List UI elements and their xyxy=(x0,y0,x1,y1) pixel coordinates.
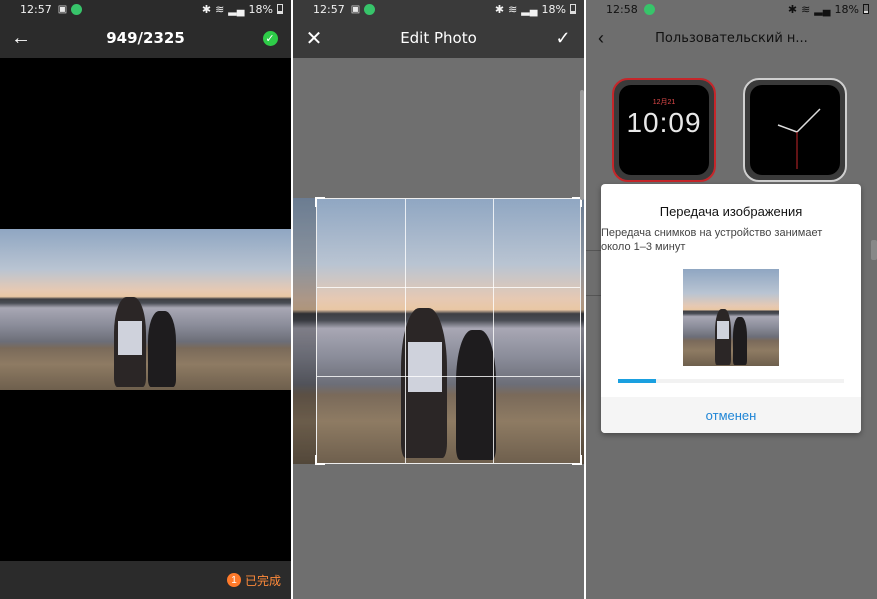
watch-time: 10:09 xyxy=(626,107,702,138)
bottom-bar: 1 已完成 xyxy=(0,561,291,599)
gallery-icon: ▣ xyxy=(350,3,361,15)
progress-fill xyxy=(618,379,657,383)
gallery-icon: ▣ xyxy=(57,3,68,15)
battery-percent: 18% xyxy=(248,2,273,16)
photo-counter: 949/2325 xyxy=(106,29,185,47)
bluetooth-icon: ✱ xyxy=(787,3,798,16)
cancel-button[interactable]: отменен xyxy=(601,397,861,433)
bluetooth-icon: ✱ xyxy=(494,3,505,16)
app-notification-icon xyxy=(71,3,83,15)
battery-icon xyxy=(277,4,283,14)
accept-button[interactable]: ✓ xyxy=(552,27,574,49)
side-toggle-edge xyxy=(871,240,877,260)
done-count-badge: 1 xyxy=(226,573,241,587)
status-bar: 12:57 ▣ ✱ ≋ ▂▄ 18% xyxy=(0,0,291,18)
watch-date: 12月21 xyxy=(652,99,676,106)
page-title: Пользовательский н... xyxy=(655,30,808,46)
back-button[interactable]: ‹ xyxy=(590,27,612,49)
dialog-message: Передача снимков на устройство занимает … xyxy=(601,227,823,253)
status-time: 12:57 xyxy=(20,2,52,16)
status-time: 12:58 xyxy=(606,2,638,16)
arrow-left-icon: ← xyxy=(11,26,31,49)
photo-preview xyxy=(0,229,291,390)
status-bar: 12:58 ✱ ≋ ▂▄ 18% xyxy=(586,0,877,18)
battery-icon xyxy=(570,4,576,14)
chevron-left-icon: ‹ xyxy=(598,27,604,48)
crop-handle-bottom-right[interactable] xyxy=(572,455,582,465)
app-notification-icon xyxy=(364,3,376,15)
top-bar: ✕ Edit Photo ✓ xyxy=(293,18,584,58)
check-circle-icon: ✓ xyxy=(262,30,278,46)
signal-icon: ▂▄ xyxy=(521,3,538,16)
battery-percent: 18% xyxy=(541,2,566,16)
app-notification-icon xyxy=(643,3,655,15)
battery-icon xyxy=(863,4,869,14)
page-title: Edit Photo xyxy=(400,29,477,47)
close-button[interactable]: ✕ xyxy=(303,27,325,50)
signal-icon: ▂▄ xyxy=(228,3,245,16)
analog-clock-hands-icon xyxy=(777,108,821,169)
status-bar: 12:57 ▣ ✱ ≋ ▂▄ 18% xyxy=(293,0,584,18)
confirm-button[interactable]: ✓ xyxy=(259,27,281,49)
wifi-icon: ≋ xyxy=(508,3,518,16)
watch-face-panel: 12:58 ✱ ≋ ▂▄ 18% ‹ Пользовательский н...… xyxy=(586,0,877,599)
crop-frame[interactable] xyxy=(315,197,582,465)
transfer-dialog: Передача изображения Передача снимков на… xyxy=(601,184,861,433)
signal-icon: ▂▄ xyxy=(814,3,831,16)
dialog-title: Передача изображения xyxy=(659,204,803,219)
crop-handle-bottom-left[interactable] xyxy=(315,455,325,465)
checkmark-icon: ✓ xyxy=(555,27,571,48)
watch-face-analog[interactable] xyxy=(743,78,847,182)
transfer-image-preview xyxy=(683,269,779,366)
bluetooth-icon: ✱ xyxy=(201,3,212,16)
top-bar: ← 949/2325 ✓ xyxy=(0,18,291,58)
top-bar: ‹ Пользовательский н... xyxy=(586,18,877,58)
close-icon: ✕ xyxy=(305,27,323,50)
battery-percent: 18% xyxy=(834,2,859,16)
wifi-icon: ≋ xyxy=(215,3,225,16)
done-button[interactable]: 已完成 xyxy=(245,572,281,589)
crop-handle-top-left[interactable] xyxy=(315,197,325,207)
wifi-icon: ≋ xyxy=(801,3,811,16)
photo-viewer-panel: 12:57 ▣ ✱ ≋ ▂▄ 18% ← 949/2325 ✓ 1 已完成 xyxy=(0,0,291,599)
transfer-progress-bar xyxy=(618,379,844,383)
back-button[interactable]: ← xyxy=(10,27,32,49)
watch-face-digital[interactable]: 12月21 10:09 xyxy=(612,78,716,182)
edit-photo-panel: 12:57 ▣ ✱ ≋ ▂▄ 18% ✕ Edit Photo ✓ xyxy=(293,0,584,599)
scrollbar[interactable] xyxy=(580,90,584,200)
status-time: 12:57 xyxy=(313,2,345,16)
